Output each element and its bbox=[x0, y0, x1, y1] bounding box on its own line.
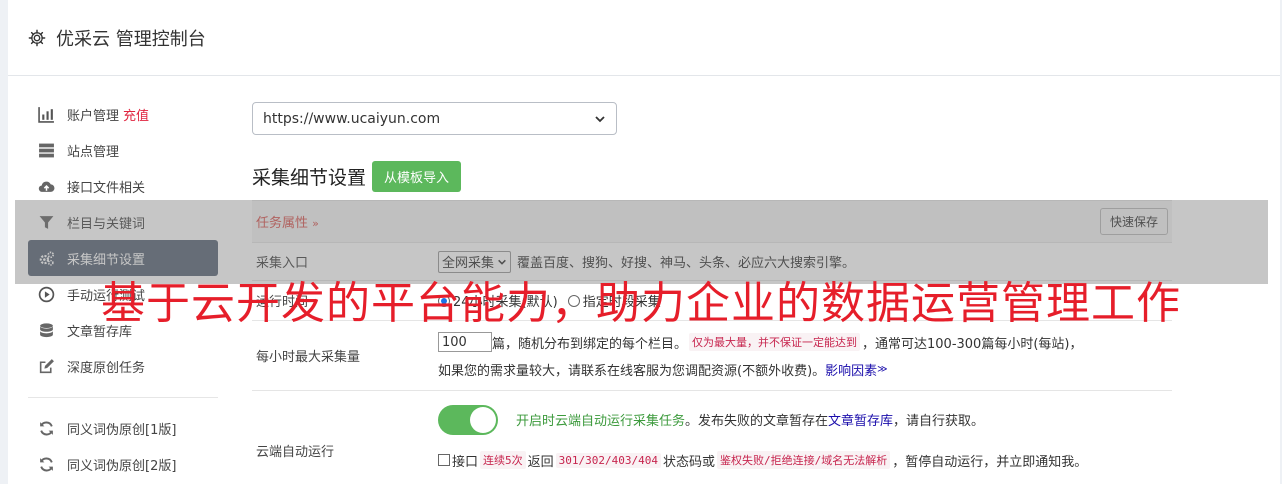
bar-chart-icon bbox=[38, 106, 54, 123]
cloud-run-row: 云端自动运行 开启时云端自动运行采集任务 。发布失败的文章暂存在 文章暂存库 ，… bbox=[252, 391, 1172, 483]
cloud-run-text2: ，请自行获取。 bbox=[893, 414, 985, 429]
edit-icon bbox=[39, 358, 54, 373]
cloud-upload-icon bbox=[38, 181, 55, 192]
cloud-run-text1: 。发布失败的文章暂存在 bbox=[685, 414, 829, 429]
sidebar-item-label: 账户管理 bbox=[67, 108, 120, 124]
max-per-hour-note: 仅为最大量，并不保证一定能达到 bbox=[689, 333, 861, 351]
sidebar-item-label: 深度原创任务 bbox=[67, 360, 146, 376]
sidebar-item-account[interactable]: 账户管理 充值 bbox=[28, 96, 218, 132]
sidebar-item-label: 同义词伪原创[2版] bbox=[67, 458, 177, 474]
max-per-hour-text2: ，通常可达100-300篇每小时(每站)， bbox=[862, 336, 1083, 352]
recharge-link[interactable]: 充值 bbox=[123, 105, 149, 124]
max-per-hour-text1: 篇，随机分布到绑定的每个栏目。 bbox=[492, 336, 688, 352]
sidebar-item-synonym-v2[interactable]: 同义词伪原创[2版] bbox=[28, 446, 218, 482]
refresh-icon bbox=[40, 421, 53, 435]
sidebar-item-label: 站点管理 bbox=[67, 144, 120, 160]
sidebar-item-label: 接口文件相关 bbox=[67, 180, 146, 196]
sidebar-item-deep-original[interactable]: 深度原创任务 bbox=[28, 348, 218, 384]
section-title: 采集细节设置 bbox=[252, 167, 367, 189]
notify-cb-label: 接口 bbox=[452, 454, 479, 470]
max-per-hour-text3: 如果您的需求量较大，请联系在线客服为您调配资源(不额外收费)。 bbox=[438, 364, 826, 379]
article-store-link[interactable]: 文章暂存库 bbox=[828, 410, 893, 429]
gray-overlay-band bbox=[15, 200, 1268, 284]
chevron-down-icon: ≫ bbox=[877, 364, 888, 375]
cloud-run-label: 云端自动运行 bbox=[256, 444, 335, 460]
sidebar-item-interface-files[interactable]: 接口文件相关 bbox=[28, 168, 218, 204]
notify-text-4: 状态码或 bbox=[663, 454, 716, 470]
app-header: 优采云 管理控制台 bbox=[8, 0, 1280, 76]
notify-text-5: ，暂停自动运行，并立即通知我。 bbox=[892, 454, 1088, 470]
cloud-run-desc: 开启时云端自动运行采集任务 bbox=[516, 414, 686, 429]
notify-checkbox[interactable] bbox=[438, 454, 450, 466]
cloud-run-toggle[interactable] bbox=[438, 404, 498, 435]
influence-factors-link[interactable]: 影响因素 bbox=[825, 360, 877, 379]
notify-text-3: 返回 bbox=[527, 454, 554, 470]
gear-icon bbox=[28, 29, 46, 46]
chevron-down-icon bbox=[595, 115, 605, 122]
site-select-value: https://www.ucaiyun.com bbox=[263, 110, 441, 127]
notify-code-3: 鉴权失败/拒绝连接/域名无法解析 bbox=[717, 451, 891, 469]
import-template-button[interactable]: 从模板导入 bbox=[372, 161, 462, 192]
sidebar-item-label: 同义词伪原创[1版] bbox=[67, 422, 177, 438]
page-title: 优采云 管理控制台 bbox=[56, 28, 206, 50]
section-header: 采集细节设置 从模板导入 bbox=[252, 161, 1172, 201]
sidebar-item-sites[interactable]: 站点管理 bbox=[28, 132, 218, 168]
max-per-hour-input[interactable]: 100 bbox=[438, 332, 492, 352]
refresh-icon bbox=[40, 457, 53, 471]
site-select[interactable]: https://www.ucaiyun.com bbox=[252, 102, 617, 135]
sidebar-item-synonym-v1[interactable]: 同义词伪原创[1版] bbox=[28, 410, 218, 446]
banner-caption: 基于云开发的平台能力，助力企业的数据运营管理工作 bbox=[101, 278, 1181, 329]
server-icon bbox=[39, 143, 54, 157]
notify-code-2: 301/302/403/404 bbox=[555, 452, 661, 468]
sidebar-divider bbox=[28, 397, 218, 398]
notify-code-1: 连续5次 bbox=[480, 451, 526, 469]
